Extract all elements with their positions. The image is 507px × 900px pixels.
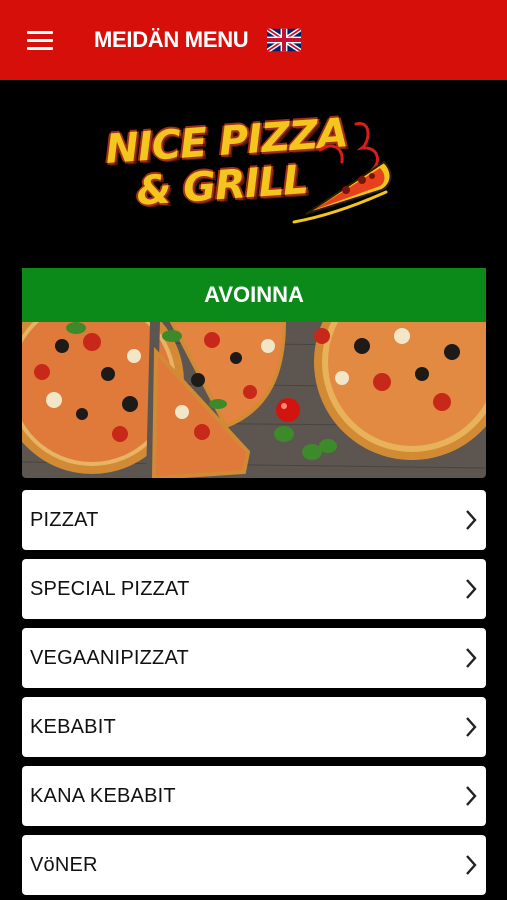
chevron-right-icon <box>466 855 477 875</box>
menu-item-label: SPECIAL PIZZAT <box>30 577 190 600</box>
open-status-banner: AVOINNA <box>22 268 486 322</box>
menu-item-label: KANA KEBABIT <box>30 784 176 807</box>
menu-item-kebabit[interactable]: KEBABIT <box>22 697 486 757</box>
menu-item-label: VöNER <box>30 853 98 876</box>
uk-flag-icon[interactable] <box>267 27 301 53</box>
hamburger-menu-icon[interactable] <box>27 31 53 51</box>
menu-item-kana-kebabit[interactable]: KANA KEBABIT <box>22 766 486 826</box>
chevron-right-icon <box>466 579 477 599</box>
menu-category-list: PIZZAT SPECIAL PIZZAT VEGAANIPIZZAT KEBA… <box>22 490 486 900</box>
chevron-right-icon <box>466 648 477 668</box>
pizza-slice-icon <box>292 122 392 224</box>
menu-item-special-pizzat[interactable]: SPECIAL PIZZAT <box>22 559 486 619</box>
menu-item-pizzat[interactable]: PIZZAT <box>22 490 486 550</box>
chevron-right-icon <box>466 786 477 806</box>
chevron-right-icon <box>466 510 477 530</box>
menu-item-label: KEBABIT <box>30 715 116 738</box>
restaurant-logo: NICE PIZZA & GRILL <box>100 110 410 228</box>
menu-item-voner[interactable]: VöNER <box>22 835 486 895</box>
top-bar: MEIDÄN MENU <box>0 0 507 80</box>
chevron-right-icon <box>466 717 477 737</box>
menu-item-label: PIZZAT <box>30 508 99 531</box>
menu-item-label: VEGAANIPIZZAT <box>30 646 189 669</box>
page-title: MEIDÄN MENU <box>94 27 249 52</box>
menu-item-vegaanipizzat[interactable]: VEGAANIPIZZAT <box>22 628 486 688</box>
pizza-hero-image <box>22 322 486 478</box>
